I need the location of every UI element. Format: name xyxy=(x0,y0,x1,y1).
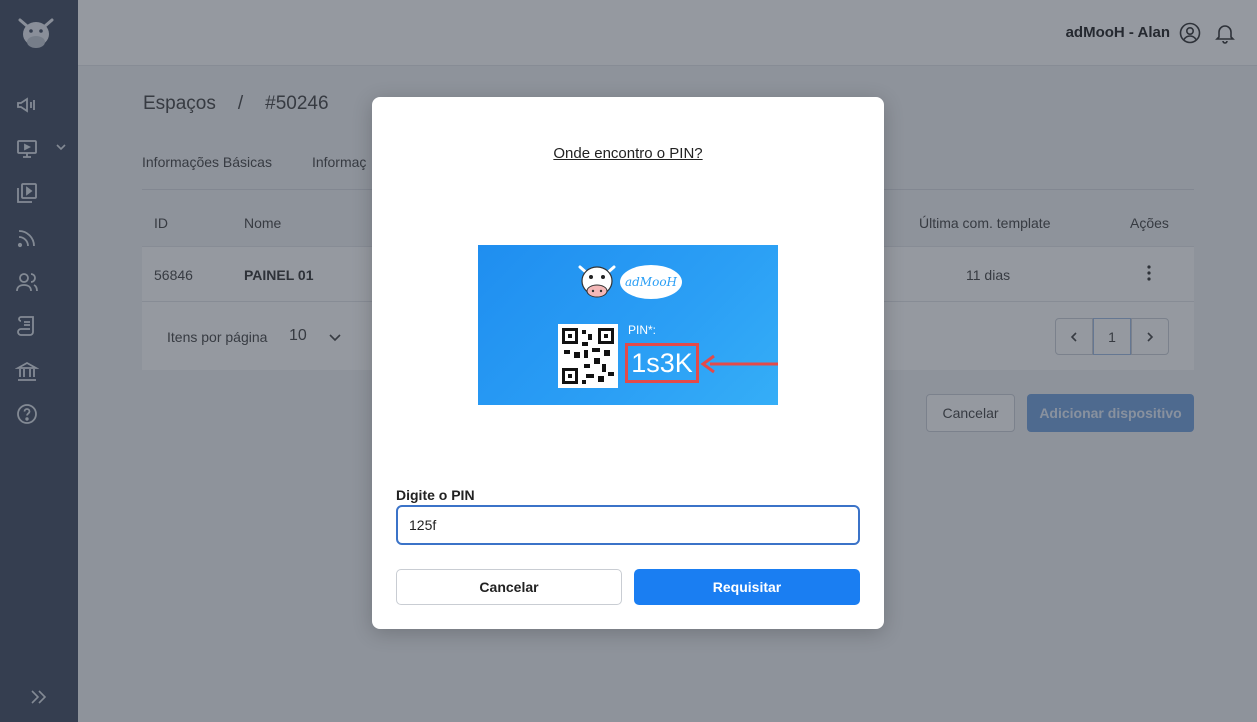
pin-dialog: Onde encontro o PIN? adMooH PIN*: 1s3K D… xyxy=(372,97,884,629)
pin-example-label: PIN*: xyxy=(628,323,657,337)
cow-mascot-icon xyxy=(578,265,616,298)
pin-help-image: adMooH PIN*: 1s3K xyxy=(478,245,778,405)
where-pin-link[interactable]: Onde encontro o PIN? xyxy=(372,145,884,162)
brand-bubble: adMooH xyxy=(620,265,682,299)
arrow-left-icon xyxy=(700,354,778,374)
pin-example-value: 1s3K xyxy=(625,343,699,383)
pin-input-label: Digite o PIN xyxy=(396,487,475,503)
dialog-cancel-button[interactable]: Cancelar xyxy=(396,569,622,605)
pin-input[interactable] xyxy=(396,505,860,545)
request-button[interactable]: Requisitar xyxy=(634,569,860,605)
qr-code-icon xyxy=(558,324,618,388)
